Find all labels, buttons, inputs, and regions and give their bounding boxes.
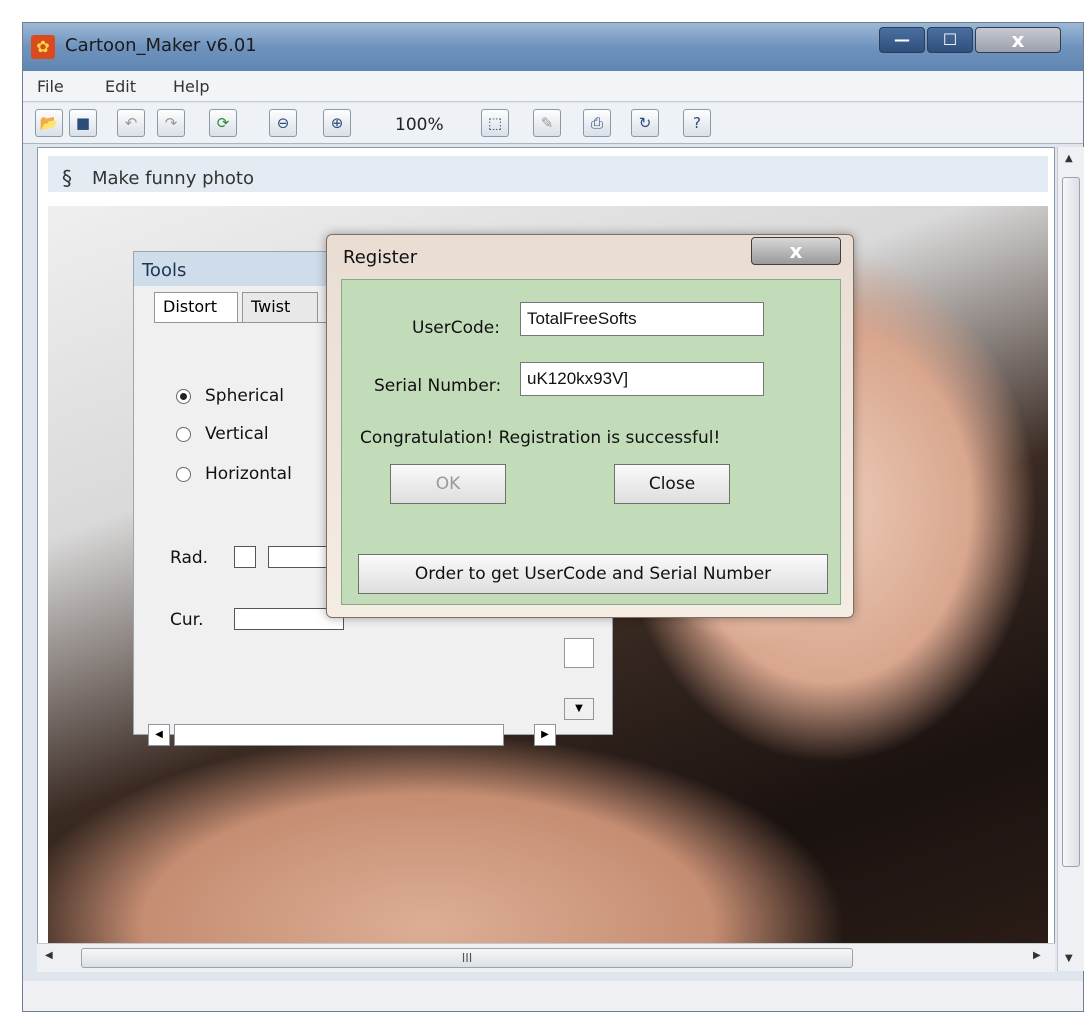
- rad-label: Rad.: [170, 548, 209, 568]
- title-bar[interactable]: ✿ Cartoon_Maker v6.01 — ☐ x: [23, 23, 1083, 71]
- horizontal-scroll-thumb[interactable]: III: [81, 948, 853, 968]
- print-icon[interactable]: ⎙: [583, 109, 611, 137]
- window-title: Cartoon_Maker v6.01: [65, 35, 257, 56]
- panel-scroll-right-icon[interactable]: ▶: [534, 724, 556, 746]
- open-folder-icon[interactable]: 📂: [35, 109, 63, 137]
- radio-icon: [176, 426, 191, 442]
- usercode-input[interactable]: [520, 302, 764, 336]
- scroll-up-icon[interactable]: ▲: [1065, 153, 1073, 164]
- document-title: Make funny photo: [92, 168, 254, 189]
- radio-horizontal[interactable]: Horizontal: [176, 464, 292, 484]
- redo-icon[interactable]: ↷: [157, 109, 185, 137]
- toolbar: 📂 ■ ↶ ↷ ⟳ ⊖ ⊕ 100% ⬚ ✎ ⎙ ↻ ?: [23, 103, 1083, 144]
- menu-edit[interactable]: Edit: [105, 77, 136, 96]
- undo-icon[interactable]: ↶: [117, 109, 145, 137]
- panel-scroll-left-icon[interactable]: ◀: [148, 724, 170, 746]
- close-button[interactable]: Close: [614, 464, 730, 504]
- register-body: UserCode: Serial Number: Congratulation!…: [341, 279, 841, 605]
- menu-bar: File Edit Help: [23, 71, 1083, 102]
- panel-hscroll-thumb[interactable]: [174, 724, 504, 746]
- help-icon[interactable]: ?: [683, 109, 711, 137]
- select-icon[interactable]: ⬚: [481, 109, 509, 137]
- register-title: Register: [343, 247, 418, 268]
- zoom-in-icon[interactable]: ⊕: [323, 109, 351, 137]
- scroll-left-icon[interactable]: ◀: [45, 950, 53, 961]
- rotate-icon[interactable]: ↻: [631, 109, 659, 137]
- ok-button[interactable]: OK: [390, 464, 506, 504]
- radio-icon: [176, 466, 191, 482]
- scroll-right-icon[interactable]: ▶: [1033, 950, 1041, 961]
- minimize-button[interactable]: —: [879, 27, 925, 53]
- tab-twist[interactable]: Twist: [242, 292, 318, 322]
- radio-label: Horizontal: [205, 464, 292, 484]
- save-icon[interactable]: ■: [69, 109, 97, 137]
- registration-message: Congratulation! Registration is successf…: [360, 428, 721, 448]
- zoom-out-icon[interactable]: ⊖: [269, 109, 297, 137]
- menu-file[interactable]: File: [37, 77, 64, 96]
- tools-title: Tools: [142, 260, 187, 281]
- serial-number-input[interactable]: [520, 362, 764, 396]
- radio-selected-icon: [176, 388, 191, 404]
- panel-scroll-track[interactable]: [564, 638, 594, 668]
- status-bar: [23, 981, 1083, 1011]
- radio-label: Vertical: [205, 424, 269, 444]
- maximize-button[interactable]: ☐: [927, 27, 973, 53]
- register-close-icon[interactable]: x: [751, 237, 841, 265]
- refresh-icon[interactable]: ⟳: [209, 109, 237, 137]
- vertical-scroll-thumb[interactable]: [1062, 177, 1080, 867]
- radio-spherical[interactable]: Spherical: [176, 386, 284, 406]
- radio-vertical[interactable]: Vertical: [176, 424, 269, 444]
- effect-icon[interactable]: ✎: [533, 109, 561, 137]
- cur-label: Cur.: [170, 610, 204, 630]
- document-header: § Make funny photo: [48, 156, 1048, 192]
- register-dialog: Register x UserCode: Serial Number: Cong…: [326, 234, 854, 618]
- order-button[interactable]: Order to get UserCode and Serial Number: [358, 554, 828, 594]
- window-close-button[interactable]: x: [975, 27, 1061, 53]
- zoom-level: 100%: [395, 115, 444, 135]
- usercode-label: UserCode:: [412, 318, 500, 338]
- horizontal-scrollbar[interactable]: ◀ III ▶: [37, 943, 1055, 972]
- panel-scroll-down-icon[interactable]: ▼: [564, 698, 594, 720]
- scroll-down-icon[interactable]: ▼: [1065, 953, 1073, 964]
- menu-help[interactable]: Help: [173, 77, 209, 96]
- app-icon: ✿: [31, 35, 55, 59]
- vertical-scrollbar[interactable]: ▲ ▼: [1057, 147, 1084, 971]
- rad-checkbox[interactable]: [234, 546, 256, 568]
- tab-distort[interactable]: Distort: [154, 292, 238, 322]
- serial-number-label: Serial Number:: [374, 376, 502, 396]
- dragon-icon: §: [62, 166, 72, 190]
- radio-label: Spherical: [205, 386, 285, 406]
